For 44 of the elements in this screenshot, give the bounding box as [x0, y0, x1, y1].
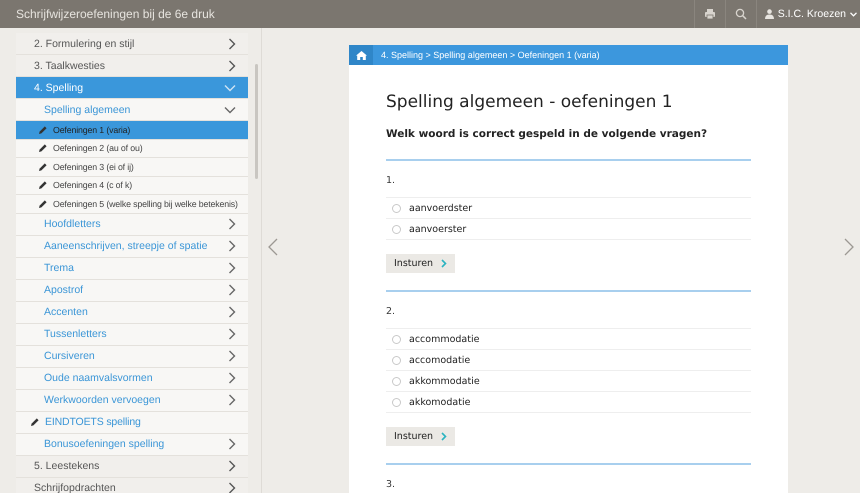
user-name[interactable]: S.I.C. Kroezen: [778, 8, 846, 20]
answer-option[interactable]: accomodatie: [386, 349, 751, 370]
sidebar-item[interactable]: 5. Leestekens: [16, 456, 248, 478]
pencil-icon: [38, 143, 48, 154]
chevron-right-icon: [441, 259, 448, 268]
answer-option[interactable]: akkomodatie: [386, 391, 751, 413]
caret-icon[interactable]: [850, 12, 857, 16]
scrollbar[interactable]: [255, 64, 258, 179]
radio-button[interactable]: [392, 334, 401, 344]
sidebar-item[interactable]: Oefeningen 4 (c of k): [16, 176, 248, 195]
sidebar-item[interactable]: Oefeningen 1 (varia): [16, 121, 248, 140]
radio-button[interactable]: [392, 224, 401, 234]
submit-button[interactable]: Insturen: [386, 427, 456, 446]
answer-option[interactable]: aanvoerdster: [386, 197, 751, 218]
pencil-icon: [30, 417, 40, 427]
print-icon[interactable]: [704, 8, 716, 20]
question-number: 1.: [386, 175, 396, 186]
answer-option[interactable]: akkommodatie: [386, 370, 751, 391]
chevron-right-icon: [441, 432, 448, 441]
pencil-icon: [38, 124, 48, 135]
radio-button[interactable]: [392, 398, 401, 406]
home-icon[interactable]: [356, 50, 366, 60]
sidebar-item[interactable]: Oefeningen 5 (welke spelling bij welke betekenis): [16, 195, 248, 214]
pencil-icon: [38, 198, 48, 209]
app-title: Schrijfwijzeroefeningen bij de 6e druk: [15, 7, 216, 21]
sidebar-item[interactable]: Oefeningen 2 (au of ou): [16, 140, 248, 158]
answer-option[interactable]: accommodatie: [386, 328, 751, 349]
page-title: Spelling algemeen - oefeningen 1: [386, 92, 673, 112]
radio-button[interactable]: [392, 356, 401, 364]
search-icon[interactable]: [734, 8, 747, 20]
sidebar-item[interactable]: Schrijfopdrachten: [16, 478, 248, 493]
radio-button[interactable]: [392, 204, 401, 212]
sidebar-item[interactable]: 3. Taalkwesties: [16, 55, 248, 77]
answer-option[interactable]: aanvoerster: [386, 218, 751, 240]
submit-button[interactable]: Insturen: [386, 254, 456, 273]
user-icon: [764, 9, 774, 19]
sidebar-item[interactable]: 2. Formulering en stijl: [16, 33, 248, 55]
question-number: 2.: [386, 306, 396, 317]
question-text: Welk woord is correct gespeld in de volgende vragen?: [386, 128, 708, 140]
pencil-icon: [38, 180, 48, 190]
sidebar-item[interactable]: Oefeningen 3 (ei of ij): [16, 158, 248, 176]
question-number: 3.: [386, 479, 396, 490]
pencil-icon: [38, 162, 48, 172]
radio-button[interactable]: [392, 376, 401, 386]
